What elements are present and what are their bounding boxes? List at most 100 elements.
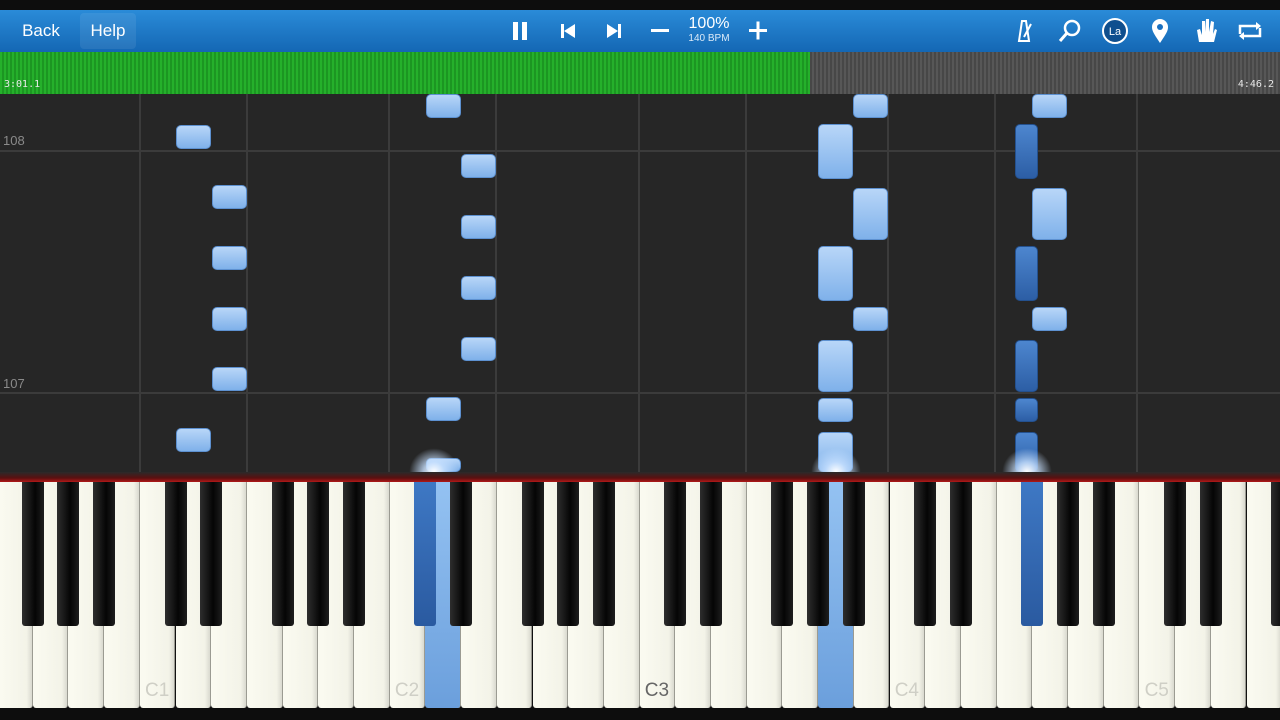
octave-label: C1: [144, 680, 170, 701]
note: [1032, 94, 1067, 118]
black-key[interactable]: [343, 482, 365, 626]
black-key[interactable]: [164, 482, 187, 626]
note: [176, 428, 211, 452]
black-key[interactable]: [1271, 482, 1280, 626]
progress-fill: [0, 52, 811, 94]
black-key[interactable]: [521, 482, 544, 626]
note: [461, 215, 496, 239]
note: [461, 154, 496, 178]
bottom-border: [0, 708, 1280, 720]
note: [212, 307, 247, 331]
song-progress-bar[interactable]: 3:01.1 4:46.2: [0, 52, 1280, 94]
black-key[interactable]: [807, 482, 830, 626]
note: [176, 125, 211, 149]
search-button[interactable]: [1052, 14, 1088, 48]
loop-icon: [1238, 22, 1262, 40]
metronome-button[interactable]: [1006, 14, 1042, 48]
search-icon: [1058, 19, 1081, 42]
note: [818, 246, 853, 301]
plus-icon: [749, 21, 767, 40]
current-time: 3:01.1: [4, 79, 41, 90]
minus-icon: [651, 29, 669, 32]
back-button[interactable]: Back: [10, 13, 72, 49]
metronome-icon: [1017, 20, 1032, 42]
measure-number: 108: [3, 133, 25, 148]
black-key[interactable]: [307, 482, 330, 626]
black-key[interactable]: [1057, 482, 1079, 626]
note: [212, 185, 247, 209]
note: [212, 246, 247, 270]
svg-text:La: La: [1109, 26, 1122, 38]
measure-line: [0, 392, 1280, 394]
note: [1015, 246, 1038, 301]
black-key[interactable]: [664, 482, 687, 626]
note-hit-sparkle: [1002, 448, 1052, 472]
octave-label: C4: [894, 680, 919, 701]
previous-button[interactable]: [550, 14, 586, 48]
tempo-value: 140 BPM: [688, 33, 730, 44]
skip-forward-icon: [607, 24, 621, 38]
location-pin-icon: [1152, 19, 1168, 43]
note: [853, 307, 888, 331]
top-toolbar: Back Help 100% 140 BPM La: [0, 0, 1280, 52]
hand-icon: [1197, 19, 1217, 42]
note: [1015, 340, 1038, 392]
note: [426, 94, 461, 118]
black-key[interactable]: [700, 482, 722, 626]
note: [853, 188, 888, 240]
note-hit-sparkle: [409, 448, 459, 472]
loop-button[interactable]: [1232, 14, 1268, 48]
black-key[interactable]: [842, 482, 865, 626]
note-label-button[interactable]: La: [1097, 14, 1133, 48]
zoom-out-button[interactable]: [642, 14, 678, 48]
black-key[interactable]: [271, 482, 294, 626]
black-key[interactable]: [450, 482, 473, 626]
black-key[interactable]: [57, 482, 80, 626]
black-key[interactable]: [949, 482, 972, 626]
black-key[interactable]: [1164, 482, 1187, 626]
note: [426, 397, 461, 421]
zoom-readout: 100% 140 BPM: [680, 15, 738, 45]
note-hit-sparkle: [811, 448, 861, 472]
note: [461, 337, 496, 361]
zoom-value: 100%: [688, 15, 730, 32]
note: [1032, 188, 1067, 240]
octave-label: C3: [644, 680, 670, 701]
black-key[interactable]: [914, 482, 937, 626]
keyboard-top-bar: [0, 472, 1280, 482]
black-key[interactable]: [1021, 482, 1044, 626]
total-time: 4:46.2: [1237, 79, 1274, 90]
hand-button[interactable]: [1187, 14, 1223, 48]
black-key[interactable]: [771, 482, 794, 626]
black-key[interactable]: [557, 482, 580, 626]
note-label-icon: La: [1102, 18, 1128, 44]
note: [1032, 307, 1067, 331]
note: [461, 276, 496, 300]
black-key[interactable]: [93, 482, 116, 626]
marker-button[interactable]: [1142, 14, 1178, 48]
black-key[interactable]: [21, 482, 44, 626]
measure-line: [0, 150, 1280, 152]
next-button[interactable]: [596, 14, 632, 48]
note: [1015, 398, 1038, 422]
piano-keyboard[interactable]: C1 C2 C3 C4 C5: [0, 482, 1280, 708]
measure-number: 107: [3, 376, 25, 391]
note: [212, 367, 247, 391]
skip-back-icon: [561, 24, 575, 38]
note: [818, 398, 853, 422]
note: [818, 124, 853, 179]
octave-label: C2: [394, 680, 420, 701]
note-roll[interactable]: 108 107: [0, 94, 1280, 472]
pause-icon: [513, 22, 527, 40]
black-key[interactable]: [1199, 482, 1222, 626]
note: [818, 340, 853, 392]
zoom-in-button[interactable]: [740, 14, 776, 48]
pause-button[interactable]: [502, 14, 538, 48]
black-key[interactable]: [592, 482, 615, 626]
black-key[interactable]: [414, 482, 437, 626]
note: [853, 94, 888, 118]
help-button[interactable]: Help: [80, 13, 136, 49]
black-key[interactable]: [1092, 482, 1115, 626]
black-key[interactable]: [200, 482, 223, 626]
octave-label: C5: [1144, 680, 1169, 701]
